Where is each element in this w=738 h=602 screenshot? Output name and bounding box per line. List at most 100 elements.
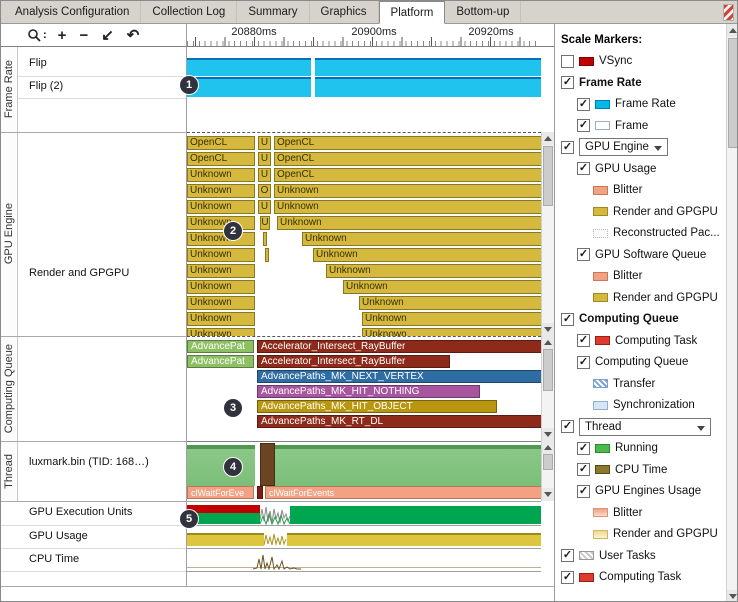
gpu-task-bar[interactable]: O	[258, 184, 271, 198]
checkbox-computing-queue[interactable]: ✓	[561, 313, 574, 326]
checkbox-frame-rate[interactable]: ✓	[561, 76, 574, 89]
checkbox-gpu-engines-usage[interactable]: ✓	[577, 485, 590, 498]
checkbox-vsync[interactable]	[561, 55, 574, 68]
group-strip-thread[interactable]: Thread	[1, 441, 18, 501]
zoom-out-icon[interactable]: −	[79, 28, 88, 43]
queue-task-bar[interactable]: AdvancePaths_MK_HIT_OBJECT	[257, 400, 497, 413]
gpu-task-bar[interactable]: Unknown	[187, 200, 255, 214]
queue-task-bar[interactable]: Accelerator_Intersect_RayBuffer	[257, 340, 541, 353]
gpu-task-bar[interactable]: Unknown	[326, 264, 541, 278]
gpu-usage-track[interactable]	[187, 525, 541, 548]
queue-task-bar[interactable]: AdvancePat	[187, 340, 254, 353]
gpu-task-bar[interactable]: Unknown	[187, 296, 255, 310]
gpu-task-bar[interactable]: OpenCL	[274, 152, 541, 166]
gpu-task-bar[interactable]: Unknown	[187, 168, 255, 182]
gpu-task-bar[interactable]: Unknown	[343, 280, 541, 294]
tab-collection-log[interactable]: Collection Log	[141, 1, 237, 23]
tab-summary[interactable]: Summary	[237, 1, 309, 23]
gpu-task-bar[interactable]: Unknown	[187, 232, 255, 246]
wait-bar[interactable]	[257, 486, 263, 499]
gpu-task-bar[interactable]: Unknown	[313, 248, 541, 262]
checkbox-frame-rate[interactable]: ✓	[577, 98, 590, 111]
gpu-engine-scrollbar[interactable]	[541, 132, 554, 336]
frame-bar[interactable]	[315, 77, 541, 97]
scroll-down-arrow[interactable]	[542, 488, 554, 501]
queue-task-bar[interactable]: AdvancePat	[187, 355, 254, 368]
queue-task-bar[interactable]: AdvancePaths_MK_HIT_NOTHING	[257, 385, 480, 398]
frame-bar[interactable]	[187, 77, 311, 97]
gpu-task-bar[interactable]: Unknown	[187, 216, 255, 230]
gpu-task-bar[interactable]: OpenCL	[274, 136, 541, 150]
gpu-task-bar[interactable]: Unknown	[187, 184, 255, 198]
frame-bar[interactable]	[315, 58, 541, 76]
flip-row[interactable]	[187, 58, 541, 76]
gpu-task-bar[interactable]: Unknown	[274, 200, 541, 214]
gpu-task-bar[interactable]: Unknown	[274, 184, 541, 198]
gpu-task-bar[interactable]: OpenCL	[187, 136, 255, 150]
scroll-down-arrow[interactable]	[727, 590, 738, 602]
scrollbar-thumb[interactable]	[728, 38, 738, 148]
checkbox-gpu-software-queue[interactable]: ✓	[577, 248, 590, 261]
scrollbar-thumb[interactable]	[543, 349, 553, 391]
gpu-task-bar[interactable]: U	[260, 216, 270, 230]
gpu-task-bar[interactable]: U	[258, 136, 271, 150]
gpu-task-bar[interactable]: Unknown	[187, 328, 255, 336]
gpu-task-bar[interactable]: Unknown	[362, 328, 541, 336]
wait-events-row[interactable]: clWaitForEve clWaitForEvents	[187, 486, 541, 500]
computing-queue-scrollbar[interactable]	[541, 336, 554, 441]
gpu-task-bar[interactable]: U	[258, 200, 271, 214]
queue-task-bar[interactable]: AdvancePaths_MK_NEXT_VERTEX	[257, 370, 541, 383]
gpu-task-bar[interactable]: OpenCL	[274, 168, 541, 182]
gpu-task-bar[interactable]: Unknown	[187, 312, 255, 326]
checkbox-user-tasks[interactable]: ✓	[561, 549, 574, 562]
gpu-task-bar[interactable]	[265, 248, 269, 262]
gpu-task-bar[interactable]: Unknown	[187, 264, 255, 278]
group-strip-computing-queue[interactable]: Computing Queue	[1, 336, 18, 441]
wait-bar[interactable]: clWaitForEve	[187, 486, 254, 499]
zoom-in-icon[interactable]: +	[58, 28, 67, 43]
group-strip-frame-rate[interactable]: Frame Rate	[1, 47, 18, 132]
gpu-task-bar[interactable]: U	[258, 152, 271, 166]
thread-scrollbar[interactable]	[541, 441, 554, 501]
flip-2-row[interactable]	[187, 77, 541, 97]
dropdown-gpu-engine[interactable]: GPU Engine	[579, 138, 668, 156]
queue-task-bar[interactable]: AdvancePaths_MK_RT_DL	[257, 415, 541, 428]
cpu-time-track[interactable]	[187, 548, 541, 571]
group-strip-gpu-engine[interactable]: GPU Engine	[1, 132, 18, 336]
scroll-down-arrow[interactable]	[542, 428, 554, 441]
gpu-task-bar[interactable]	[263, 232, 267, 246]
scroll-up-arrow[interactable]	[542, 336, 554, 349]
scroll-down-arrow[interactable]	[542, 323, 554, 336]
gpu-task-bar[interactable]: U	[258, 168, 271, 182]
gpu-task-bar[interactable]: Unknown	[359, 296, 541, 310]
checkbox-computing-task[interactable]: ✓	[577, 334, 590, 347]
gpu-task-bar[interactable]: Unknown	[187, 248, 255, 262]
frame-rate-track[interactable]	[187, 47, 541, 132]
zoom-cursor-icon[interactable]	[27, 28, 41, 42]
timeline-canvas[interactable]: OpenCLUOpenCLOpenCLUOpenCLUnknownUOpenCL…	[186, 47, 541, 586]
tab-platform[interactable]: Platform	[379, 1, 446, 24]
checkbox-computing-task[interactable]: ✓	[561, 571, 574, 584]
checkbox-gpu-engine[interactable]: ✓	[561, 141, 574, 154]
tab-bottom-up[interactable]: Bottom-up	[445, 1, 521, 23]
tab-analysis-configuration[interactable]: Analysis Configuration	[4, 1, 141, 23]
gpu-task-bar[interactable]: Unknown	[302, 232, 541, 246]
scrollbar-thumb[interactable]	[543, 454, 553, 470]
queue-task-bar[interactable]: Accelerator_Intersect_RayBuffer	[257, 355, 450, 368]
checkbox-computing-queue[interactable]: ✓	[577, 356, 590, 369]
gpu-task-bar[interactable]: Unknown	[362, 312, 541, 326]
wait-bar[interactable]: clWaitForEvents	[265, 486, 541, 499]
checkbox-gpu-usage[interactable]: ✓	[577, 162, 590, 175]
checkbox-running[interactable]: ✓	[577, 442, 590, 455]
checkbox-cpu-time[interactable]: ✓	[577, 463, 590, 476]
zoom-selection-icon[interactable]: ↙	[101, 28, 114, 43]
computing-queue-track[interactable]: AdvancePatAccelerator_Intersect_RayBuffe…	[187, 336, 541, 441]
scroll-up-arrow[interactable]	[542, 132, 554, 145]
frame-bar[interactable]	[187, 58, 311, 76]
checkbox-thread[interactable]: ✓	[561, 420, 574, 433]
scrollbar-thumb[interactable]	[543, 146, 553, 206]
legend-scrollbar[interactable]	[726, 24, 738, 602]
undo-zoom-icon[interactable]: ↶	[127, 28, 140, 43]
gpu-task-bar[interactable]: Unknown	[277, 216, 541, 230]
dropdown-thread[interactable]: Thread	[579, 418, 711, 436]
